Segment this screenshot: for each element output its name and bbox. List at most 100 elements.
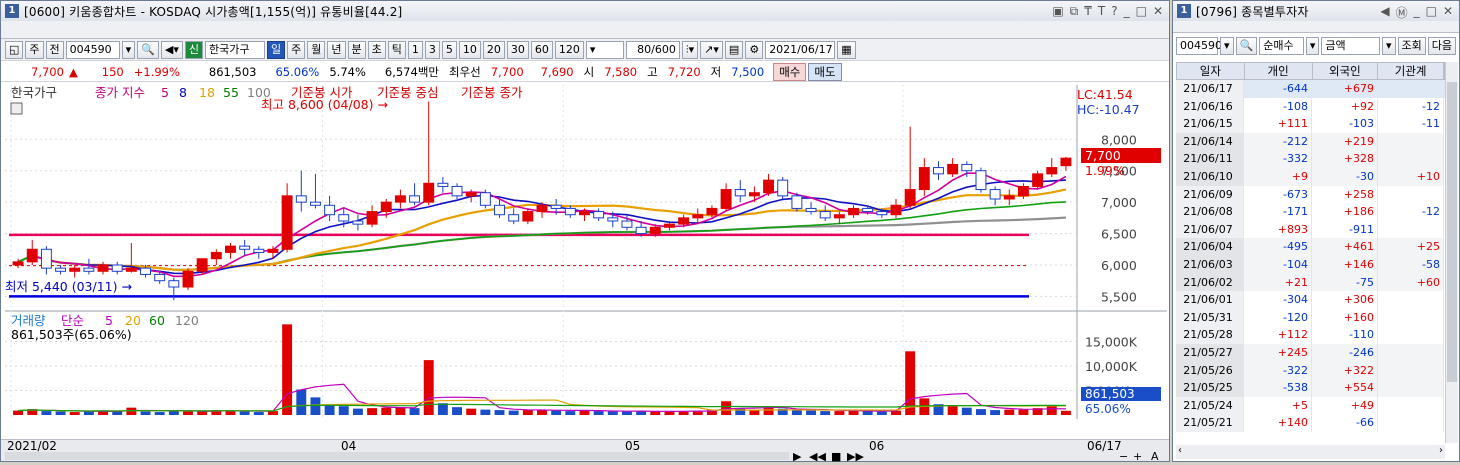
table-row[interactable]: 21/06/15 +111 -103 -11 bbox=[1176, 115, 1445, 133]
scroll-track[interactable] bbox=[5, 452, 789, 460]
stop-icon[interactable]: ■ bbox=[831, 450, 841, 463]
next-icon[interactable]: ▶▶ bbox=[847, 450, 864, 463]
current-price: 7,700 bbox=[31, 64, 64, 79]
candle-body bbox=[380, 201, 392, 213]
table-row[interactable]: 21/05/25 -538 +554 bbox=[1176, 379, 1445, 397]
search-icon[interactable]: 🔍 bbox=[137, 40, 159, 59]
minute-1[interactable]: 1 bbox=[407, 40, 423, 59]
horizontal-scrollbar[interactable]: ‹ › bbox=[1176, 445, 1445, 459]
pin-icon[interactable]: ₸ bbox=[1084, 4, 1092, 19]
market-select[interactable]: 주 bbox=[25, 40, 44, 59]
prev-icon[interactable]: ◀◀ bbox=[809, 450, 826, 463]
minimize-icon[interactable]: _ bbox=[1124, 4, 1130, 19]
table-row[interactable]: 21/06/07 +893 -911 bbox=[1176, 220, 1445, 239]
calendar-icon[interactable]: ▦ bbox=[837, 40, 856, 59]
table-row[interactable]: 21/06/14 -212 +219 bbox=[1176, 132, 1445, 151]
minimize-icon[interactable]: _ bbox=[1414, 4, 1420, 21]
scroll-right-icon[interactable]: › bbox=[1439, 445, 1443, 456]
link-icon[interactable]: ⧉ bbox=[1070, 4, 1079, 19]
prev-window-icon[interactable]: ◀ bbox=[1380, 4, 1389, 21]
candle-body bbox=[833, 214, 845, 219]
candle-body bbox=[961, 163, 973, 172]
mode-dropdown-icon[interactable]: ▾ bbox=[1305, 37, 1320, 55]
help-icon[interactable]: ? bbox=[1111, 4, 1117, 19]
count-input[interactable]: 80/600 bbox=[625, 40, 680, 59]
expand-icon[interactable]: ◱ bbox=[5, 40, 24, 59]
col-institution[interactable]: 기관계 bbox=[1378, 63, 1444, 79]
candle-type-icon[interactable]: ⫶▾ bbox=[681, 40, 699, 59]
col-individual[interactable]: 개인 bbox=[1245, 63, 1313, 79]
text-icon[interactable]: T bbox=[1098, 4, 1105, 19]
font-size-icon[interactable]: A bbox=[1151, 450, 1159, 463]
zoom-in-icon[interactable]: + bbox=[1133, 450, 1142, 463]
price-volume-chart[interactable]: 8,0007,5007,0006,5006,0005,50015,000K10,… bbox=[5, 85, 1167, 419]
code-input[interactable]: 004590 bbox=[1176, 37, 1222, 55]
minute-60[interactable]: 60 bbox=[530, 40, 553, 59]
maximize-icon[interactable]: □ bbox=[1426, 4, 1437, 21]
table-row[interactable]: 21/06/16 -108 +92 -12 bbox=[1176, 97, 1445, 116]
window-number: 1 bbox=[5, 4, 19, 18]
search-icon[interactable]: 🔍 bbox=[1235, 37, 1258, 55]
table-icon[interactable] bbox=[10, 102, 23, 115]
col-foreign[interactable]: 외국인 bbox=[1313, 63, 1379, 79]
mode-select[interactable]: 순매수 bbox=[1259, 37, 1304, 55]
period-second[interactable]: 초 bbox=[367, 40, 386, 59]
table-row[interactable]: 21/06/04 -495 +461 +25 bbox=[1176, 238, 1445, 256]
close-icon[interactable]: ✕ bbox=[1153, 4, 1163, 19]
zoom-out-icon[interactable]: − bbox=[1119, 450, 1128, 463]
table-row[interactable]: 21/06/03 -104 +146 -58 bbox=[1176, 255, 1445, 274]
play-icon[interactable]: ▶ bbox=[793, 450, 802, 463]
buy-button[interactable]: 매수 bbox=[773, 62, 807, 81]
table-row[interactable]: 21/05/21 +140 -66 bbox=[1176, 414, 1445, 432]
scroll-thumb[interactable] bbox=[1447, 82, 1457, 382]
period-year[interactable]: 년 bbox=[327, 40, 346, 59]
date-input[interactable]: 2021/06/17 bbox=[765, 40, 836, 59]
minute-3[interactable]: 3 bbox=[424, 40, 440, 59]
unit-select[interactable]: 금액 bbox=[1321, 37, 1380, 55]
sound-icon[interactable]: ◀▾ bbox=[160, 40, 183, 59]
code-dropdown-icon[interactable]: ▾ bbox=[1220, 37, 1234, 55]
memo-icon[interactable]: Ⓜ bbox=[1396, 4, 1408, 21]
gear-icon[interactable]: ⚙ bbox=[745, 40, 764, 59]
maximize-icon[interactable]: □ bbox=[1136, 4, 1147, 19]
table-row[interactable]: 21/06/08 -171 +186 -12 bbox=[1176, 203, 1445, 221]
close-icon[interactable]: ✕ bbox=[1443, 4, 1453, 21]
custom-period-select[interactable]: ▾ bbox=[585, 40, 624, 59]
minute-5[interactable]: 5 bbox=[441, 40, 457, 59]
scroll-left-icon[interactable]: ‹ bbox=[1178, 445, 1182, 456]
code-input[interactable]: 004590 bbox=[65, 40, 120, 59]
table-row[interactable]: 21/06/17 -644 +679 bbox=[1176, 80, 1445, 98]
investor-scrollbar[interactable] bbox=[1445, 62, 1458, 443]
minute-120[interactable]: 120 bbox=[554, 40, 584, 59]
minute-30[interactable]: 30 bbox=[506, 40, 529, 59]
minute-10[interactable]: 10 bbox=[458, 40, 481, 59]
period-tick[interactable]: 틱 bbox=[387, 40, 406, 59]
save-icon[interactable]: ▤ bbox=[724, 40, 744, 59]
period-day[interactable]: 일 bbox=[267, 40, 286, 59]
table-row[interactable]: 21/05/28 +112 -110 bbox=[1176, 326, 1445, 344]
table-row[interactable]: 21/06/10 +9 -30 +10 bbox=[1176, 167, 1445, 186]
code-dropdown-icon[interactable]: ▾ bbox=[121, 40, 136, 59]
table-row[interactable]: 21/06/02 +21 -75 +60 bbox=[1176, 273, 1445, 292]
period-month[interactable]: 월 bbox=[307, 40, 326, 59]
high-note: 최고 8,600 (04/08) → bbox=[261, 97, 388, 112]
table-row[interactable]: 21/06/01 -304 +306 bbox=[1176, 291, 1445, 309]
col-date[interactable]: 일자 bbox=[1177, 63, 1245, 79]
draw-tool-icon[interactable]: ↗▾ bbox=[700, 40, 723, 59]
table-row[interactable]: 21/06/09 -673 +258 bbox=[1176, 185, 1445, 204]
table-row[interactable]: 21/05/24 +5 +49 bbox=[1176, 396, 1445, 415]
period-minute[interactable]: 분 bbox=[347, 40, 366, 59]
cell-foreign: +146 bbox=[1312, 255, 1378, 274]
search-button[interactable]: 조회 bbox=[1397, 37, 1426, 55]
sell-button[interactable]: 매도 bbox=[808, 62, 842, 81]
mode-select[interactable]: 전 bbox=[45, 40, 64, 59]
restore-icon[interactable]: ▣ bbox=[1052, 4, 1063, 19]
table-row[interactable]: 21/05/31 -120 +160 bbox=[1176, 308, 1445, 327]
period-week[interactable]: 주 bbox=[287, 40, 306, 59]
table-row[interactable]: 21/05/27 +245 -246 bbox=[1176, 343, 1445, 362]
table-row[interactable]: 21/06/11 -332 +328 bbox=[1176, 150, 1445, 168]
table-row[interactable]: 21/05/26 -322 +322 bbox=[1176, 361, 1445, 380]
minute-20[interactable]: 20 bbox=[482, 40, 505, 59]
next-button[interactable]: 다음 bbox=[1427, 37, 1456, 55]
unit-dropdown-icon[interactable]: ▾ bbox=[1381, 37, 1396, 55]
